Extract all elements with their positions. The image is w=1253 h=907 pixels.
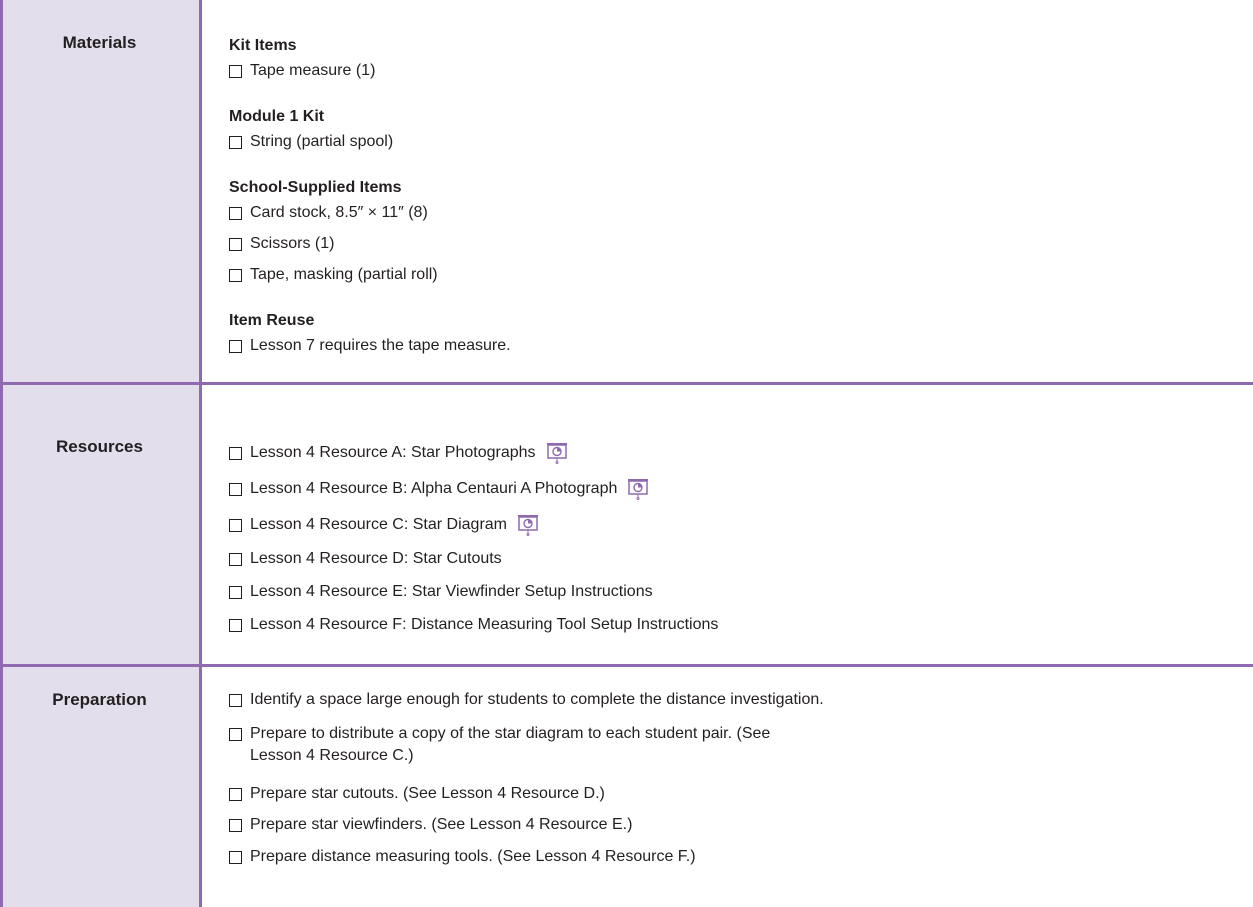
- item-text: Lesson 4 Resource E: Star Viewfinder Set…: [250, 583, 653, 600]
- materials-label-cell: Materials: [0, 0, 202, 382]
- preparation-item: Identify a space large enough for studen…: [229, 691, 824, 709]
- preparation-row: Preparation Identify a space large enoug…: [0, 667, 1253, 907]
- group-heading: Item Reuse: [229, 312, 315, 329]
- item-text: Identify a space large enough for studen…: [250, 691, 824, 708]
- projector-screen-icon: [627, 478, 649, 500]
- item-text: Lesson 7 requires the tape measure.: [250, 337, 511, 354]
- checkbox-icon: [229, 618, 242, 632]
- preparation-item: Prepare to distribute a copy of the star…: [229, 723, 1189, 767]
- preparation-item: Prepare distance measuring tools. (See L…: [229, 848, 696, 866]
- projector-screen-icon: [546, 442, 568, 464]
- checklist-item: Tape, masking (partial roll): [229, 266, 438, 284]
- item-text: Scissors (1): [250, 235, 335, 252]
- preparation-label: Preparation: [52, 690, 147, 709]
- table-left-border: [0, 0, 3, 907]
- checkbox-icon: [229, 693, 242, 707]
- resource-item: Lesson 4 Resource D: Star Cutouts: [229, 550, 502, 568]
- checkbox-icon: [229, 585, 242, 599]
- checkbox-icon: [229, 482, 242, 496]
- item-text: Lesson 4 Resource C: Star Diagram: [250, 516, 507, 533]
- item-text: Tape, masking (partial roll): [250, 266, 438, 283]
- group-heading: School-Supplied Items: [229, 179, 402, 196]
- materials-label: Materials: [62, 33, 137, 52]
- checklist-item: Card stock, 8.5″ × 11″ (8): [229, 204, 428, 222]
- resources-label: Resources: [56, 437, 143, 456]
- item-text: Prepare star viewfinders. (See Lesson 4 …: [250, 816, 633, 833]
- item-text: Lesson 4 Resource B: Alpha Centauri A Ph…: [250, 480, 618, 497]
- group-heading: Kit Items: [229, 37, 297, 54]
- resources-row: Resources Lesson 4 Resource A: Star Phot…: [0, 385, 1253, 664]
- checkbox-icon: [229, 728, 242, 741]
- checklist-item: Tape measure (1): [229, 62, 375, 80]
- item-text: Lesson 4 Resource A: Star Photographs: [250, 444, 536, 461]
- checkbox-icon: [229, 268, 242, 282]
- resource-item: Lesson 4 Resource E: Star Viewfinder Set…: [229, 583, 653, 601]
- checkbox-icon: [229, 446, 242, 460]
- checklist-item: String (partial spool): [229, 133, 393, 151]
- checkbox-icon: [229, 206, 242, 220]
- resource-item: Lesson 4 Resource C: Star Diagram: [229, 514, 539, 536]
- checkbox-icon: [229, 518, 242, 532]
- checkbox-icon: [229, 237, 242, 251]
- checkbox-icon: [229, 818, 242, 832]
- preparation-label-cell: Preparation: [0, 667, 202, 907]
- item-text: Lesson 4 Resource F: Distance Measuring …: [250, 616, 719, 633]
- checkbox-icon: [229, 552, 242, 566]
- item-text: Lesson 4 Resource D: Star Cutouts: [250, 550, 502, 567]
- resource-item: Lesson 4 Resource B: Alpha Centauri A Ph…: [229, 478, 649, 500]
- preparation-item: Prepare star cutouts. (See Lesson 4 Reso…: [229, 785, 605, 803]
- checklist-item: Lesson 7 requires the tape measure.: [229, 337, 511, 355]
- checkbox-icon: [229, 64, 242, 78]
- resources-label-cell: Resources: [0, 385, 202, 664]
- checkbox-icon: [229, 850, 242, 864]
- checkbox-icon: [229, 787, 242, 801]
- group-heading: Module 1 Kit: [229, 108, 325, 125]
- resource-item: Lesson 4 Resource A: Star Photographs: [229, 442, 568, 464]
- resource-item: Lesson 4 Resource F: Distance Measuring …: [229, 616, 718, 634]
- materials-row-bg: Materials Kit Items Tape measure (1) Mod…: [0, 0, 1253, 382]
- item-text: Tape measure (1): [250, 62, 376, 79]
- item-text: Prepare star cutouts. (See Lesson 4 Reso…: [250, 785, 605, 802]
- item-text: Card stock, 8.5″ × 11″ (8): [250, 204, 428, 221]
- item-text: String (partial spool): [250, 133, 394, 150]
- projector-screen-icon: [517, 514, 539, 536]
- item-text: Prepare to distribute a copy of the star…: [250, 725, 771, 764]
- checkbox-icon: [229, 135, 242, 149]
- item-text: Prepare distance measuring tools. (See L…: [250, 848, 696, 865]
- checklist-item: Scissors (1): [229, 235, 334, 253]
- preparation-item: Prepare star viewfinders. (See Lesson 4 …: [229, 816, 632, 834]
- checkbox-icon: [229, 339, 242, 353]
